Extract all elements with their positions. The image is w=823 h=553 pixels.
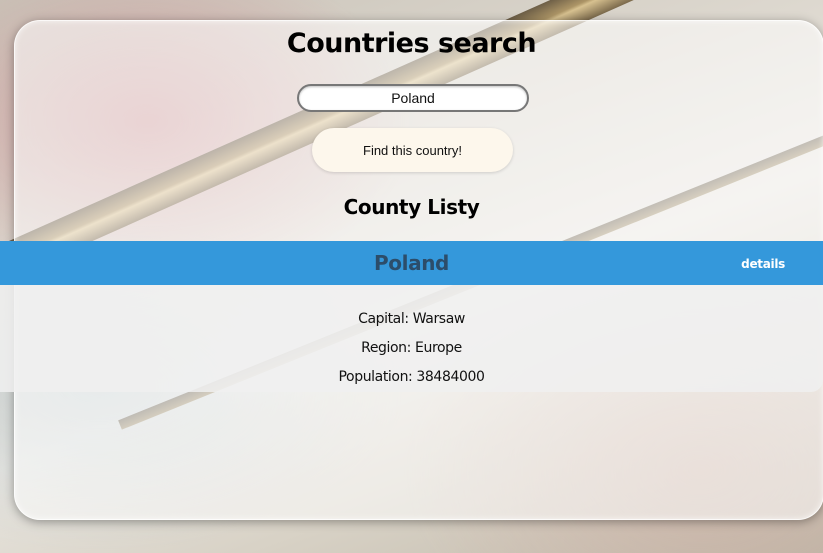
population-text: Population: 38484000 [338,369,485,385]
country-list-title: County Listy [343,195,480,219]
country-header-bar: Poland details [0,241,823,285]
page-title: Countries search [286,28,537,59]
country-details-panel: Capital: Warsaw Region: Europe Populatio… [0,285,823,392]
region-text: Region: Europe [361,340,462,356]
find-country-button[interactable]: Find this country! [312,128,513,172]
search-input[interactable] [297,84,529,112]
details-link[interactable]: details [741,257,785,271]
capital-text: Capital: Warsaw [358,311,465,327]
country-name: Poland [374,251,449,275]
